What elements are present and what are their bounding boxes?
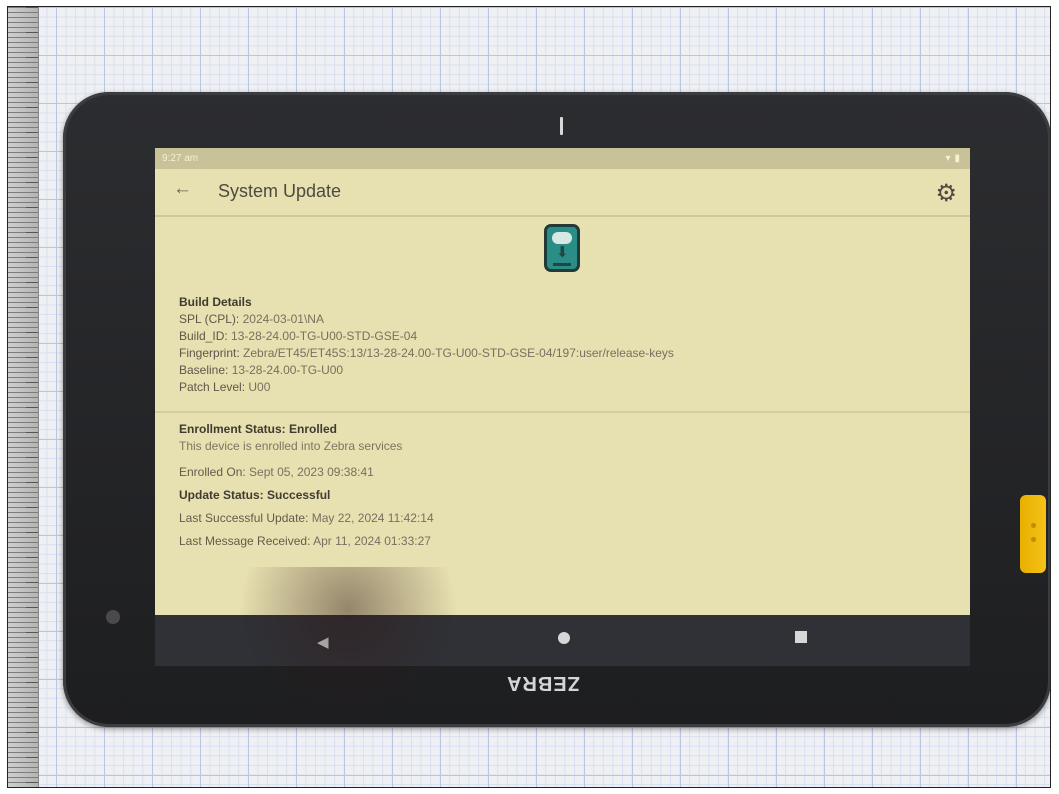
fingerprint-value: Zebra/ET45/ET45S:13/13-28-24.00-TG-U00-S… [243, 346, 674, 360]
front-sensor [106, 610, 120, 624]
wifi-icon: ▾ [945, 153, 951, 164]
nav-recents-icon[interactable] [795, 631, 807, 643]
build-label: Build_ID: [179, 329, 228, 343]
navigation-bar: ◀ [155, 615, 970, 666]
fingerprint-label: Fingerprint: [179, 346, 240, 360]
update-status: Update Status: Successful [179, 488, 331, 502]
enrolled-on-value: Sept 05, 2023 09:38:41 [249, 465, 374, 479]
spl-value: 2024-03-01\NA [242, 312, 324, 326]
patch-level-label: Patch Level: [179, 380, 246, 394]
system-update-icon [544, 224, 580, 272]
page-title: System Update [218, 181, 342, 201]
enrolled-on-row: Enrolled On: Sept 05, 2023 09:38:41 [179, 465, 950, 479]
build-value: 13-28-24.00-TG-U00-STD-GSE-04 [231, 329, 418, 343]
last-successful-update-label: Last Successful Update: [179, 511, 309, 525]
last-successful-update-value: May 22, 2024 11:42:14 [311, 511, 434, 525]
nav-home-icon[interactable] [558, 632, 570, 644]
build-details-section: Build Details SPL (CPL): 2024-03-01\NA B… [179, 295, 950, 396]
photo-background: ZEBRA 9:27 am ▾ ▮ ← System Update ⚙ Buil… [7, 6, 1051, 788]
ruler [8, 7, 39, 787]
gear-icon[interactable]: ⚙ [935, 179, 957, 208]
build-details-heading: Build Details [179, 295, 252, 309]
enrollment-status-title: Enrollment Status: Enrolled [179, 422, 338, 436]
brand-logo: ZEBRA [506, 672, 580, 694]
battery-icon: ▮ [954, 153, 960, 164]
last-successful-update-row: Last Successful Update: May 22, 2024 11:… [179, 511, 950, 525]
side-scan-button[interactable] [1020, 495, 1046, 573]
baseline-line: Baseline: 13-28-24.00-TG-U00 [179, 362, 950, 379]
app-bar: ← System Update ⚙ [155, 169, 970, 217]
status-icons: ▾ ▮ [945, 153, 960, 164]
fingerprint-line: Fingerprint: Zebra/ET45/ET45S:13/13-28-2… [179, 345, 950, 362]
enrolled-on-label: Enrolled On: [179, 465, 246, 479]
patch-level-value: U00 [248, 380, 271, 394]
spl-line: SPL (CPL): 2024-03-01\NA [179, 311, 950, 328]
patch-level-line: Patch Level: U00 [179, 379, 950, 396]
build-line: Build_ID: 13-28-24.00-TG-U00-STD-GSE-04 [179, 328, 950, 345]
spl-label: SPL (CPL): [179, 312, 240, 326]
status-bar: 9:27 am ▾ ▮ [155, 148, 970, 169]
last-message-value: Apr 11, 2024 01:33:27 [313, 534, 431, 548]
nav-back-icon[interactable]: ◀ [317, 633, 329, 651]
baseline-value: 13-28-24.00-TG-U00 [231, 363, 344, 377]
enrollment-status-subtitle: This device is enrolled into Zebra servi… [179, 439, 403, 453]
status-time: 9:27 am [162, 153, 199, 164]
baseline-label: Baseline: [179, 363, 229, 377]
camera-slot [560, 117, 563, 135]
last-message-label: Last Message Received: [179, 534, 311, 548]
last-message-row: Last Message Received: Apr 11, 2024 01:3… [179, 534, 950, 548]
device-screen: 9:27 am ▾ ▮ ← System Update ⚙ Build Deta… [155, 148, 970, 666]
arrow-left-icon[interactable]: ← [173, 178, 192, 200]
section-divider [155, 411, 970, 413]
enrollment-section: Enrollment Status: Enrolled This device … [179, 422, 950, 557]
